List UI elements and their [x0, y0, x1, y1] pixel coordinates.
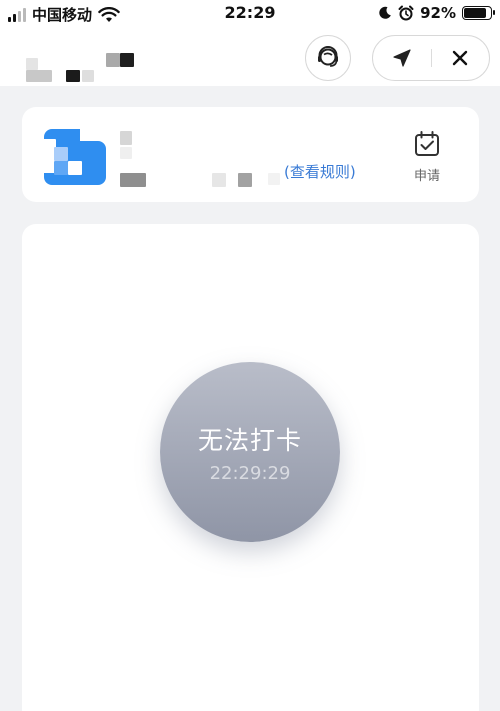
status-bar: 中国移动 22:29 92% [0, 0, 500, 30]
moon-icon [379, 6, 391, 19]
customer-service-icon [318, 46, 338, 67]
status-right: 92% [378, 4, 495, 22]
close-button[interactable] [431, 36, 489, 80]
app-screen: 中国移动 22:29 92% (查看规则) 申请 无法打卡 22:29:29 [0, 0, 500, 711]
calendar-check-icon [415, 131, 439, 156]
apply-button[interactable]: 申请 [404, 129, 450, 185]
battery-icon [462, 6, 495, 20]
nav-header [0, 30, 500, 86]
punch-card: 无法打卡 22:29:29 [22, 224, 479, 711]
attendance-info-card: (查看规则) 申请 [22, 107, 479, 202]
carrier-name: 中国移动 [32, 6, 93, 24]
status-left: 中国移动 [8, 4, 120, 25]
customer-service-button[interactable] [305, 35, 351, 81]
punch-in-button[interactable]: 无法打卡 22:29:29 [160, 362, 340, 542]
punch-status-label: 无法打卡 [197, 425, 302, 455]
view-rules-link[interactable]: (查看规则) [284, 161, 356, 182]
alarm-icon [398, 5, 414, 21]
avatar [42, 129, 106, 185]
punch-clock: 22:29:29 [209, 462, 291, 484]
apply-label: 申请 [413, 169, 440, 184]
battery-percent: 92% [420, 4, 456, 22]
location-button[interactable] [373, 36, 431, 80]
mini-program-capsule [372, 35, 490, 81]
location-arrow-icon [393, 49, 411, 67]
page-title-redacted [26, 50, 146, 82]
signal-icon [8, 7, 26, 22]
close-icon [453, 50, 468, 66]
wifi-icon [98, 6, 120, 22]
